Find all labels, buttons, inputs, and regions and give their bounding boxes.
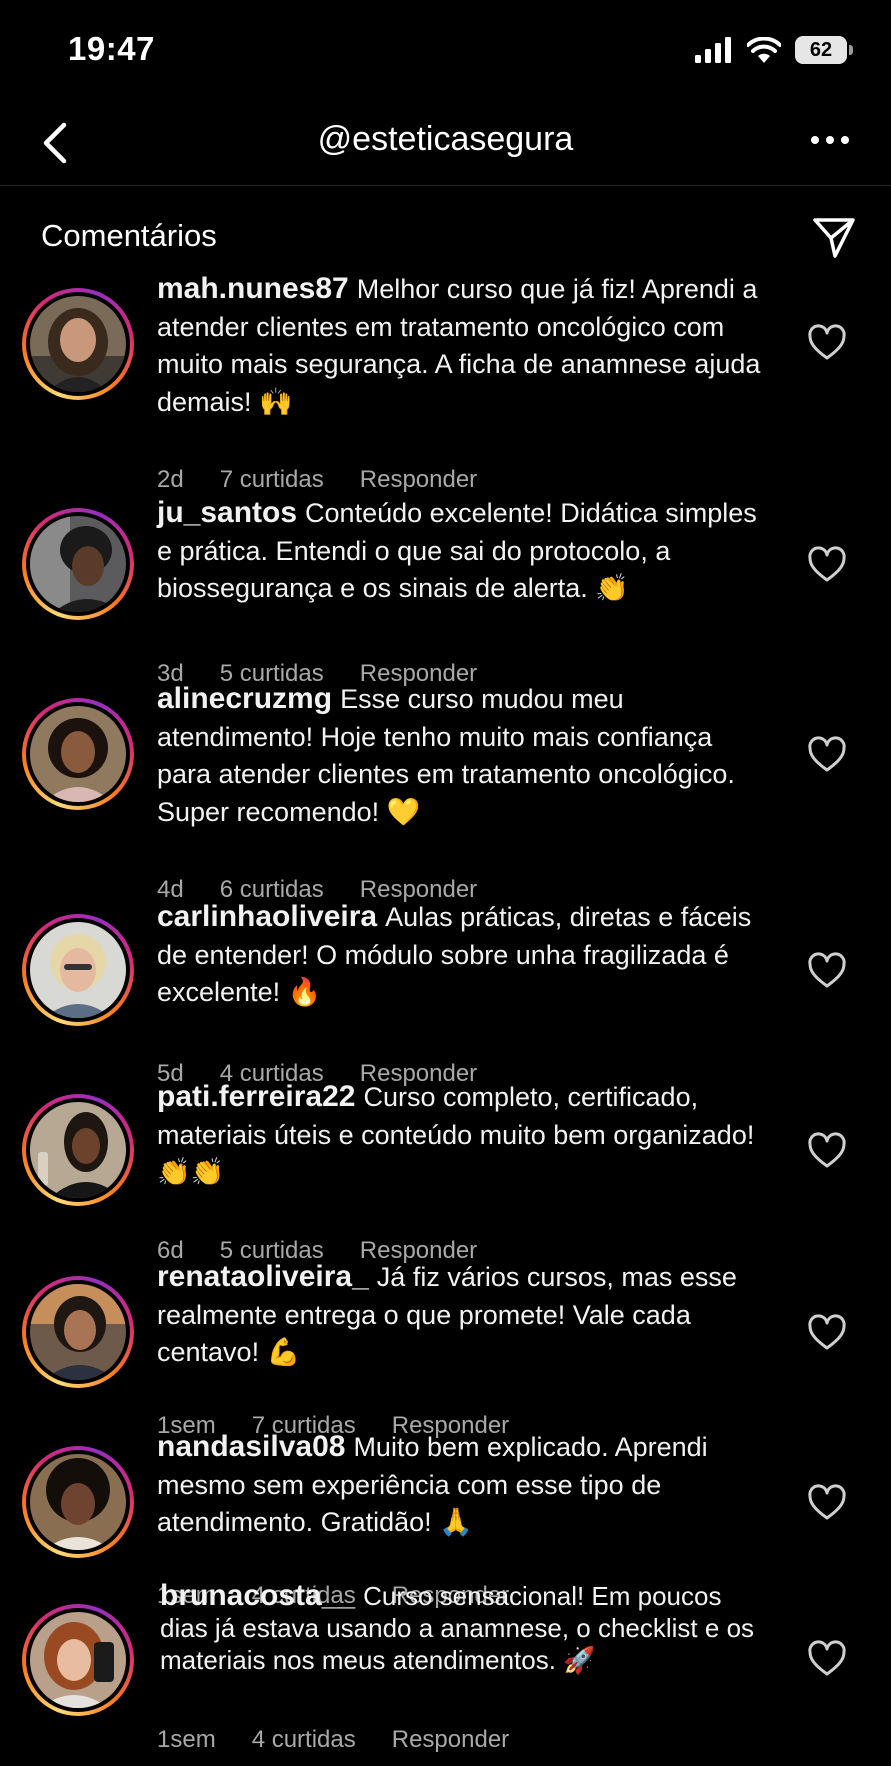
avatar-photo [30, 922, 126, 1018]
status-time: 19:47 [68, 30, 155, 67]
avatar[interactable] [22, 508, 134, 620]
comment-time: 1sem [157, 1726, 216, 1753]
battery-indicator: 62 [795, 36, 853, 64]
comment-likes[interactable]: 4 curtidas [252, 1726, 356, 1754]
reply-button[interactable]: Responder [392, 1726, 509, 1754]
avatar-photo [30, 1102, 126, 1198]
cellular-signal-icon [695, 37, 731, 63]
avatar-photo [30, 296, 126, 392]
avatar[interactable] [22, 1604, 134, 1716]
heart-icon[interactable] [807, 1484, 847, 1524]
avatar-photo [30, 1454, 126, 1550]
heart-icon[interactable] [807, 1314, 847, 1354]
avatar-photo [30, 1612, 126, 1708]
avatar[interactable] [22, 698, 134, 810]
comment-username[interactable]: nandasilva08 [157, 1430, 345, 1463]
send-icon [813, 218, 855, 258]
heart-icon[interactable] [807, 324, 847, 364]
avatar-photo [30, 1284, 126, 1380]
reply-button[interactable]: Responder [360, 466, 477, 494]
comment-likes[interactable]: 7 curtidas [220, 466, 324, 494]
comment-username[interactable]: ju_santos [157, 496, 297, 529]
avatar[interactable] [22, 914, 134, 1026]
comment-username[interactable]: renataoliveira_ [157, 1260, 369, 1293]
heart-icon[interactable] [807, 1640, 847, 1680]
top-nav: @esteticasegura [0, 100, 891, 186]
comments-title: Comentários [41, 218, 217, 253]
heart-icon[interactable] [807, 546, 847, 586]
heart-icon[interactable] [807, 1132, 847, 1172]
share-button[interactable] [811, 214, 857, 260]
more-options-button[interactable] [805, 120, 855, 160]
comment-username[interactable]: pati.ferreira22 [157, 1080, 355, 1113]
avatar-photo [30, 706, 126, 802]
comment-username[interactable]: carlinhaoliveira [157, 900, 377, 933]
avatar[interactable] [22, 1276, 134, 1388]
avatar[interactable] [22, 1094, 134, 1206]
avatar-photo [30, 516, 126, 612]
comment-time: 2d [157, 466, 184, 493]
comment-meta: 1sem 4 curtidas Responder [157, 1726, 509, 1754]
battery-level: 62 [809, 38, 833, 61]
avatar[interactable] [22, 1446, 134, 1558]
comment-username[interactable]: brunacosta__ [160, 1579, 355, 1612]
status-bar: 19:47 62 [0, 0, 891, 100]
heart-icon[interactable] [807, 952, 847, 992]
page-title: @esteticasegura [317, 120, 574, 158]
comments-header: Comentários [0, 200, 891, 270]
heart-icon[interactable] [807, 736, 847, 776]
avatar[interactable] [22, 288, 134, 400]
comment-meta: 2d 7 curtidas Responder [157, 466, 477, 494]
status-icons: 62 [695, 36, 853, 64]
comment-username[interactable]: mah.nunes87 [157, 272, 349, 305]
comment-username[interactable]: alinecruzmg [157, 682, 332, 715]
more-horizontal-icon [811, 136, 849, 144]
wifi-icon [747, 37, 781, 63]
